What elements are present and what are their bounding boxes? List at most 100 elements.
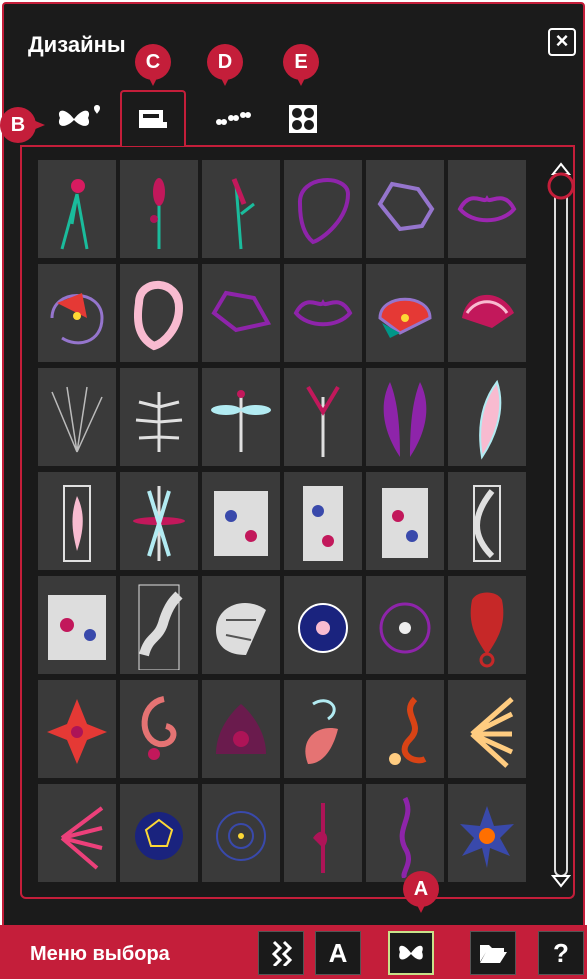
design-thumbnail[interactable]	[120, 160, 198, 258]
design-thumbnail[interactable]	[202, 576, 280, 674]
design-thumbnail[interactable]	[284, 576, 362, 674]
design-thumbnail[interactable]	[202, 680, 280, 778]
design-thumbnail[interactable]	[284, 680, 362, 778]
design-thumbnail[interactable]	[120, 680, 198, 778]
design-thumbnail[interactable]	[38, 576, 116, 674]
callout-badge-b: B	[0, 107, 45, 143]
design-thumbnail[interactable]	[448, 784, 526, 882]
dragonfly-vertical-icon	[133, 486, 185, 561]
scrollbar[interactable]	[545, 160, 577, 890]
purple-outline-flower-icon	[379, 602, 431, 654]
purple-leaf-fan-icon	[60, 806, 104, 870]
berry-pendant-icon	[313, 803, 328, 873]
teal-swirl-leaf-icon	[305, 699, 338, 764]
design-thumbnail[interactable]	[120, 576, 198, 674]
design-thumbnail[interactable]	[38, 784, 116, 882]
white-paisley-cluster-icon	[216, 602, 266, 655]
design-thumbnail[interactable]	[120, 784, 198, 882]
design-thumbnail[interactable]	[284, 264, 362, 362]
pink-shell-fan-icon	[462, 294, 514, 328]
design-thumbnail[interactable]	[202, 264, 280, 362]
design-thumbnail[interactable]	[366, 472, 444, 570]
design-thumbnail[interactable]	[38, 472, 116, 570]
butterfly-icon	[399, 945, 423, 960]
floral-panel-narrow-icon	[303, 486, 343, 561]
designs-menu-button[interactable]	[388, 931, 434, 975]
design-thumbnail[interactable]	[284, 472, 362, 570]
design-thumbnail[interactable]	[284, 368, 362, 466]
menu-label: Меню выбора	[30, 943, 170, 965]
purple-outline-bean-icon	[211, 290, 272, 333]
design-thumbnail[interactable]	[448, 264, 526, 362]
design-thumbnail[interactable]	[38, 368, 116, 466]
purple-outline-lips-icon	[457, 195, 517, 223]
quilt-block-icon	[289, 105, 317, 133]
tab-favorites[interactable]	[44, 94, 114, 144]
design-thumbnail[interactable]	[38, 160, 116, 258]
design-thumbnail[interactable]	[284, 784, 362, 882]
tab-mini-designs[interactable]	[198, 94, 268, 144]
gold-star-pentagon-icon	[135, 812, 183, 860]
pink-thick-heart-icon	[133, 280, 184, 351]
scroll-down-icon	[550, 875, 572, 888]
design-thumbnail[interactable]	[366, 368, 444, 466]
purple-outline-heart-icon	[297, 178, 351, 245]
design-thumbnail[interactable]	[366, 264, 444, 362]
design-thumbnail[interactable]	[202, 368, 280, 466]
arc-border-frame-icon	[473, 485, 501, 562]
floral-panel-square-icon	[382, 488, 428, 558]
purple-twist-pendant-icon	[399, 796, 412, 878]
design-thumbnail[interactable]	[448, 472, 526, 570]
lavender-outline-cloud-icon	[377, 181, 435, 232]
folder-icon	[480, 945, 507, 963]
red-mandala-icon	[47, 699, 107, 764]
purple-feathers-icon	[383, 382, 427, 457]
design-thumbnail[interactable]	[120, 472, 198, 570]
design-thumbnail[interactable]	[366, 576, 444, 674]
design-thumbnail[interactable]	[448, 160, 526, 258]
star-burst-flower-icon	[460, 806, 514, 868]
design-thumbnail[interactable]	[120, 368, 198, 466]
close-button[interactable]: ×	[548, 28, 576, 56]
font-menu-button[interactable]: A	[315, 931, 361, 975]
design-thumbnail[interactable]	[202, 472, 280, 570]
red-skull-ornament-icon	[470, 592, 504, 668]
sewing-machine-icon	[139, 110, 167, 128]
red-dragon-swirl-icon	[389, 696, 427, 765]
design-thumbnail[interactable]	[448, 576, 526, 674]
purple-outline-lips-2-icon	[293, 299, 353, 327]
design-thumbnail[interactable]	[38, 264, 116, 362]
design-thumbnail[interactable]	[120, 264, 198, 362]
tab-quilt-designs[interactable]	[268, 94, 338, 144]
callout-badge-d: D	[207, 44, 243, 86]
stitch-menu-button[interactable]	[258, 931, 304, 975]
carnation-stem-icon	[60, 179, 89, 250]
window-title: Дизайны	[28, 32, 126, 57]
design-thumbnail[interactable]	[202, 160, 280, 258]
design-thumbnail[interactable]	[448, 680, 526, 778]
design-thumbnail[interactable]	[366, 160, 444, 258]
design-thumbnail[interactable]	[38, 680, 116, 778]
design-thumbnail[interactable]	[366, 680, 444, 778]
poppy-pinwheel-icon	[378, 297, 432, 338]
damask-crown-icon	[216, 704, 266, 754]
floral-block-icon	[48, 595, 106, 660]
open-file-button[interactable]	[470, 931, 516, 975]
tab-machine-designs[interactable]	[120, 90, 186, 146]
small-butterflies-icon	[216, 112, 251, 125]
help-button[interactable]: ?	[538, 931, 584, 975]
butterfly-heart-icon	[58, 105, 100, 126]
floral-panel-wide-icon	[214, 491, 268, 556]
callout-badge-c: C	[135, 44, 171, 86]
callout-badge-e: E	[283, 44, 319, 86]
callout-badge-a: A	[403, 871, 439, 913]
paisley-swirl-icon	[141, 696, 177, 760]
design-thumbnail[interactable]	[448, 368, 526, 466]
floral-strip-tall-icon	[138, 584, 183, 670]
design-thumbnail[interactable]	[366, 784, 444, 882]
fan-of-leaves-icon	[470, 697, 514, 768]
white-fern-leaves-icon	[135, 392, 183, 452]
design-thumbnail[interactable]	[202, 784, 280, 882]
design-thumbnail[interactable]	[284, 160, 362, 258]
dragonfly-icon	[211, 390, 271, 452]
